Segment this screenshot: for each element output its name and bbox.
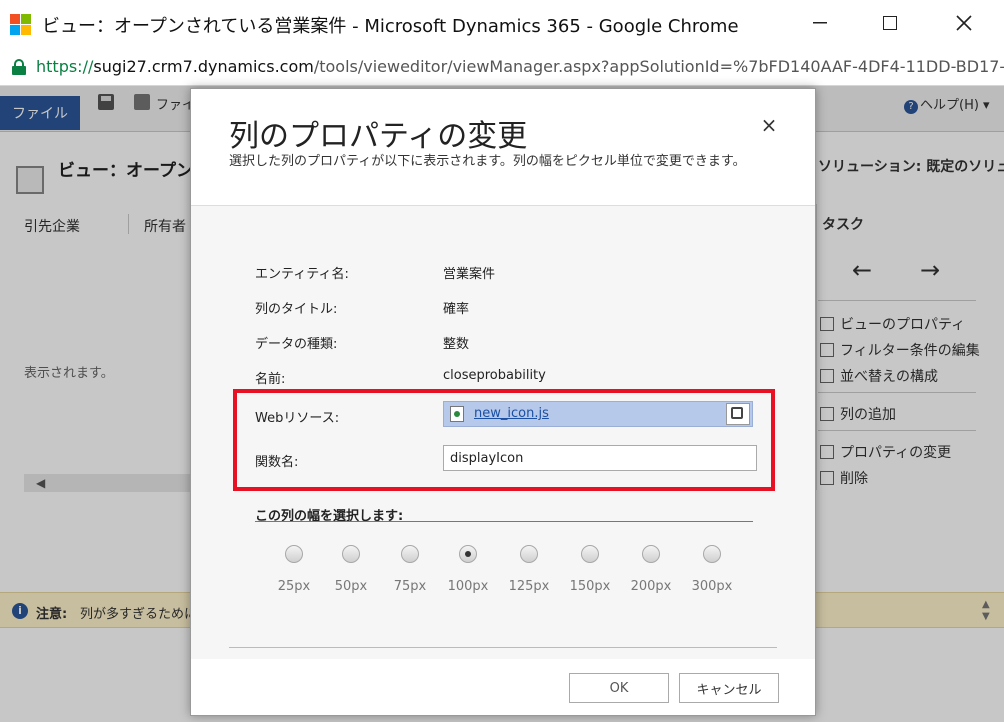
width-option-label: 125px [508, 579, 550, 594]
function-name-label: 関数名: [255, 455, 299, 470]
property-label: エンティティ名: [255, 267, 349, 282]
width-radio-125[interactable] [520, 545, 538, 563]
width-radio-25[interactable] [285, 545, 303, 563]
minimize-icon [813, 22, 827, 24]
dialog-divider [229, 647, 777, 648]
web-resource-value[interactable]: new_icon.js [474, 406, 549, 421]
width-radio-75[interactable] [401, 545, 419, 563]
window-title: ビュー：オープンされている営業案件 - Microsoft Dynamics 3… [42, 16, 739, 37]
width-option-label: 300px [691, 579, 733, 594]
column-properties-dialog: 列のプロパティの変更 × 選択した列のプロパティが以下に表示されます。列の幅をピ… [190, 88, 816, 716]
width-radio-100[interactable] [459, 545, 477, 563]
property-value: 整数 [443, 337, 470, 352]
width-radio-150[interactable] [581, 545, 599, 563]
width-option-label: 75px [393, 579, 427, 594]
width-radio-200[interactable] [642, 545, 660, 563]
script-file-icon [450, 406, 464, 422]
property-label: 名前: [255, 372, 286, 387]
web-resource-label: Webリソース: [255, 411, 340, 426]
lookup-button[interactable] [726, 403, 750, 425]
property-value: 営業案件 [443, 267, 496, 282]
maximize-button[interactable] [870, 8, 910, 38]
maximize-icon [883, 16, 897, 30]
minimize-button[interactable] [800, 8, 840, 38]
lookup-icon [731, 407, 743, 419]
close-icon [956, 15, 972, 31]
lock-icon [12, 59, 26, 75]
dialog-description: 選択した列のプロパティが以下に表示されます。列の幅をピクセル単位で変更できます。 [229, 154, 746, 169]
property-label: 列のタイトル: [255, 302, 338, 317]
width-divider [255, 521, 753, 522]
window-titlebar: ビュー：オープンされている営業案件 - Microsoft Dynamics 3… [0, 0, 1004, 50]
dynamics-logo-icon [10, 14, 32, 36]
ok-button[interactable]: OK [569, 673, 669, 703]
url-text[interactable]: https://sugi27.crm7.dynamics.com/tools/v… [36, 57, 1004, 76]
function-name-input[interactable] [443, 445, 757, 471]
property-value: 確率 [443, 302, 470, 317]
cancel-button[interactable]: キャンセル [679, 673, 779, 703]
width-option-label: 50px [334, 579, 368, 594]
width-option-label: 25px [277, 579, 311, 594]
window-close-button[interactable] [944, 8, 984, 38]
width-radio-50[interactable] [342, 545, 360, 563]
dialog-title: 列のプロパティの変更 [229, 119, 528, 154]
width-option-label: 100px [447, 579, 489, 594]
dialog-close-button[interactable]: × [757, 113, 781, 137]
width-option-label: 150px [569, 579, 611, 594]
web-resource-lookup[interactable]: new_icon.js [443, 401, 753, 427]
address-bar[interactable]: https://sugi27.crm7.dynamics.com/tools/v… [0, 50, 1004, 86]
property-value: closeprobability [443, 368, 546, 383]
width-option-label: 200px [630, 579, 672, 594]
width-radio-300[interactable] [703, 545, 721, 563]
property-label: データの種類: [255, 337, 338, 352]
